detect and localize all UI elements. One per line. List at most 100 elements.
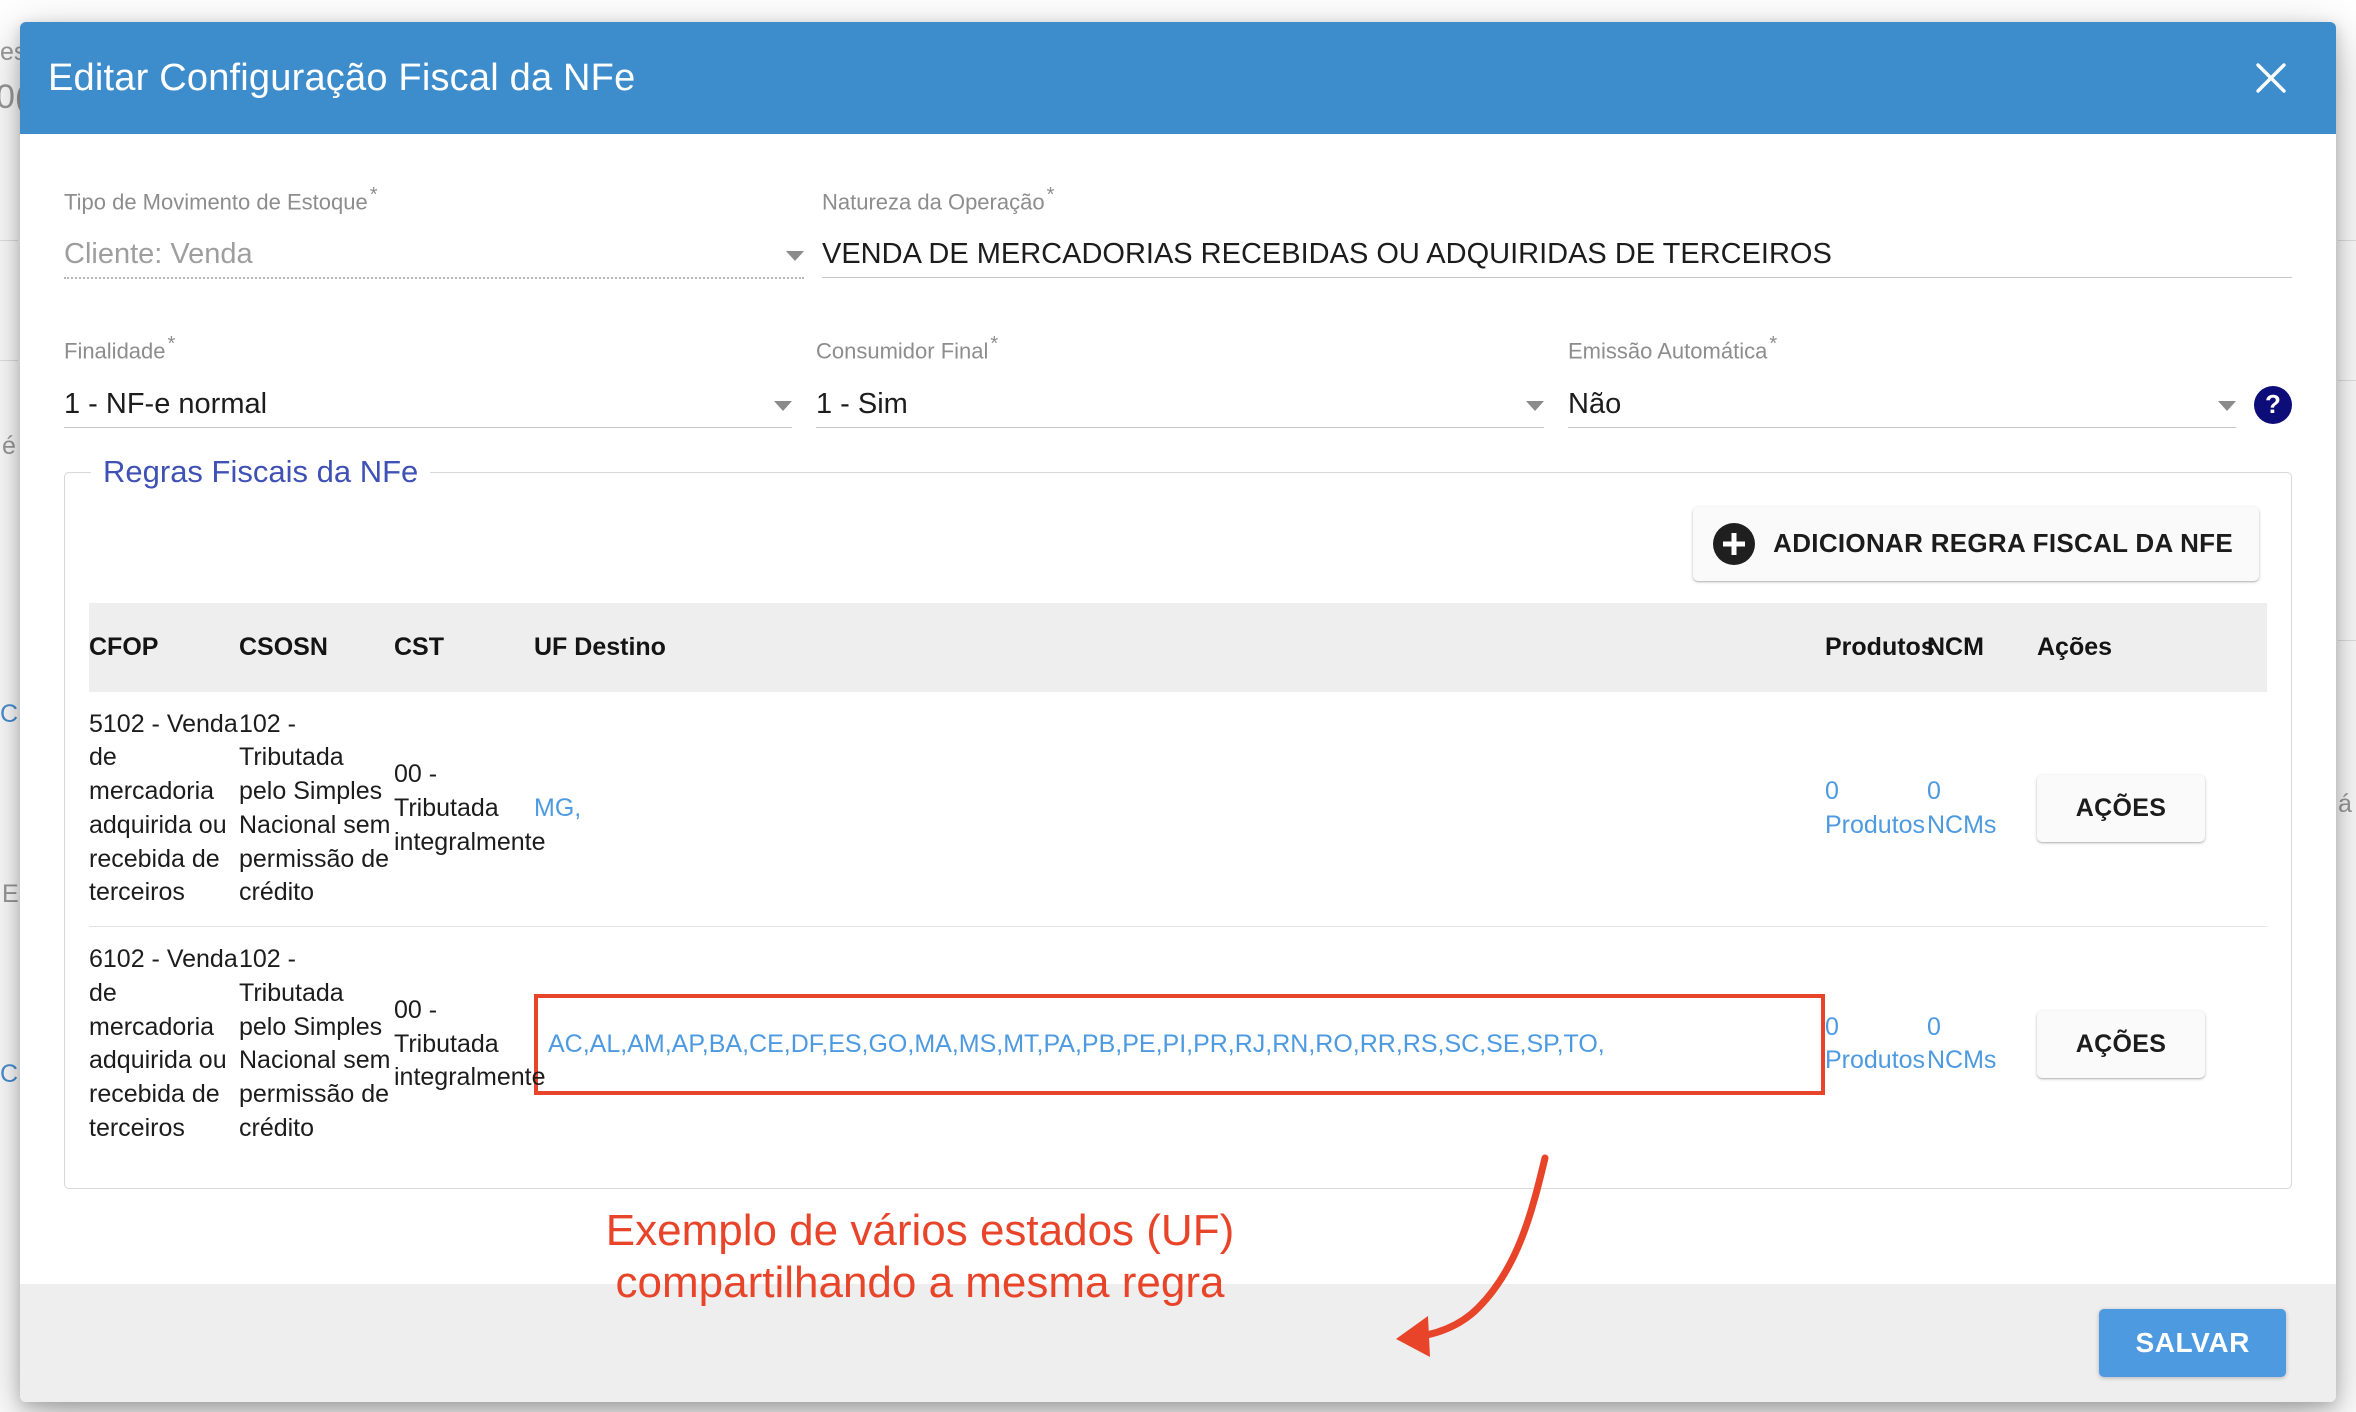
rules-section-title: Regras Fiscais da NFe	[91, 453, 431, 490]
row-actions-button[interactable]: AÇÕES	[2037, 1010, 2205, 1078]
bg-divider	[2338, 640, 2356, 641]
form-row-2: Finalidade * 1 - NF-e normal Consumidor F…	[64, 327, 2292, 428]
rules-panel: Regras Fiscais da NFe ADICIONAR REGRA FI…	[64, 453, 2292, 1189]
produtos-link[interactable]: 0 Produtos	[1825, 1011, 1927, 1079]
ncm-label: NCMs	[1927, 1046, 1997, 1075]
consumidor-final-select[interactable]: 1 - Sim	[816, 379, 1544, 425]
table-row: 5102 - Venda de mercadoria adquirida ou …	[89, 691, 2267, 928]
ncm-count: 0	[1927, 777, 1941, 806]
tipo-movimento-value: Cliente: Venda	[64, 238, 253, 271]
label-text: Emissão Automática	[1568, 338, 1768, 364]
emissao-automatica-value: Não	[1568, 387, 1622, 420]
required-marker: *	[369, 184, 378, 206]
column-header-produtos: Produtos	[1825, 632, 1935, 661]
tipo-movimento-select[interactable]: Cliente: Venda	[64, 229, 804, 275]
cell-cfop: 5102 - Venda de mercadoria adquirida ou …	[89, 691, 239, 928]
required-marker: *	[1769, 333, 1778, 356]
field-label-finalidade: Finalidade *	[64, 333, 792, 364]
label-text: Natureza da Operação	[822, 189, 1045, 215]
fiscal-rules-table: CFOP CSOSN CST UF Destino Produtos NCM A…	[89, 602, 2267, 1162]
cell-uf-destino: AC,AL,AM,AP,BA,CE,DF,ES,GO,MA,MS,MT,PA,P…	[534, 927, 1825, 1162]
chevron-down-icon	[786, 251, 804, 262]
field-underline	[64, 277, 804, 280]
chevron-down-icon	[2218, 400, 2236, 411]
page-title: Editar Configuração Fiscal da NFe	[48, 56, 636, 99]
bg-fragment: C	[0, 1060, 19, 1088]
save-button[interactable]: SALVAR	[2099, 1309, 2286, 1377]
produtos-label: Produtos	[1825, 1046, 1926, 1075]
column-header-acoes: Ações	[2037, 632, 2113, 661]
chevron-down-icon	[774, 400, 792, 411]
chevron-down-icon	[1526, 400, 1544, 411]
natureza-operacao-value: VENDA DE MERCADORIAS RECEBIDAS OU ADQUIR…	[822, 238, 1832, 271]
add-fiscal-rule-label: ADICIONAR REGRA FISCAL DA NFE	[1773, 528, 2233, 559]
natureza-operacao-input[interactable]: VENDA DE MERCADORIAS RECEBIDAS OU ADQUIR…	[822, 229, 2292, 275]
bg-fragment: á	[2338, 790, 2352, 818]
cell-cst: 00 - Tributada integralmente	[394, 691, 545, 928]
required-marker: *	[1046, 184, 1055, 206]
field-consumidor-final: Consumidor Final * 1 - Sim	[816, 327, 1544, 428]
question-mark-icon[interactable]: ?	[2254, 385, 2292, 424]
row-actions-button[interactable]: AÇÕES	[2037, 775, 2205, 843]
bg-fragment: C	[0, 700, 19, 728]
field-underline	[1568, 426, 2236, 428]
produtos-count: 0	[1825, 777, 1839, 806]
column-header-cfop: CFOP	[89, 632, 159, 661]
table-header-row: CFOP CSOSN CST UF Destino Produtos NCM A…	[89, 602, 2267, 692]
column-header-uf-destino: UF Destino	[534, 632, 666, 661]
cell-csosn: 102 - Tributada pelo Simples Nacional se…	[239, 945, 391, 1142]
field-underline	[822, 277, 2292, 279]
field-label-consumidor-final: Consumidor Final *	[816, 333, 1544, 364]
add-fiscal-rule-button[interactable]: ADICIONAR REGRA FISCAL DA NFE	[1693, 506, 2259, 581]
field-underline	[816, 426, 1544, 428]
bg-divider	[2338, 380, 2356, 381]
ncm-label: NCMs	[1927, 810, 1997, 839]
modal-footer: SALVAR	[20, 1284, 2336, 1402]
bg-divider	[0, 360, 18, 361]
ncm-link[interactable]: 0 NCMs	[1927, 1011, 2037, 1079]
modal-header: Editar Configuração Fiscal da NFe	[20, 22, 2336, 134]
column-header-ncm: NCM	[1927, 632, 1984, 661]
cell-csosn: 102 - Tributada pelo Simples Nacional se…	[239, 691, 394, 928]
field-underline	[64, 426, 792, 428]
plus-icon	[1713, 522, 1756, 565]
cell-ncm: 0 NCMs	[1927, 691, 2037, 928]
finalidade-value: 1 - NF-e normal	[64, 387, 268, 420]
emissao-select-wrap: Não	[1568, 379, 2236, 428]
table-body: 5102 - Venda de mercadoria adquirida ou …	[89, 691, 2267, 1162]
add-rule-row: ADICIONAR REGRA FISCAL DA NFE	[89, 506, 2267, 581]
finalidade-select[interactable]: 1 - NF-e normal	[64, 379, 792, 425]
column-header-cst: CST	[394, 632, 444, 661]
column-header-csosn: CSOSN	[239, 632, 328, 661]
emissao-row: Não ?	[1568, 379, 2292, 428]
emissao-automatica-select[interactable]: Não	[1568, 379, 2236, 425]
produtos-label: Produtos	[1825, 810, 1926, 839]
close-icon[interactable]	[2242, 49, 2300, 107]
bg-divider	[0, 240, 18, 241]
edit-fiscal-config-modal: Editar Configuração Fiscal da NFe Tipo d…	[20, 22, 2336, 1402]
form-row-1: Tipo de Movimento de Estoque * Cliente: V…	[64, 178, 2292, 280]
required-marker: *	[990, 333, 999, 356]
produtos-count: 0	[1825, 1012, 1839, 1041]
bg-fragment: é	[2, 432, 16, 460]
ncm-link[interactable]: 0 NCMs	[1927, 775, 2037, 843]
label-text: Tipo de Movimento de Estoque	[64, 189, 368, 215]
uf-destino-link-highlighted[interactable]: AC,AL,AM,AP,BA,CE,DF,ES,GO,MA,MS,MT,PA,P…	[534, 993, 1825, 1096]
table-row: 6102 - Venda de mercadoria adquirida ou …	[89, 927, 2267, 1162]
field-label-emissao-automatica: Emissão Automática *	[1568, 333, 2292, 364]
field-finalidade: Finalidade * 1 - NF-e normal	[64, 327, 792, 428]
table-header: CFOP CSOSN CST UF Destino Produtos NCM A…	[89, 602, 2267, 692]
uf-destino-link[interactable]: MG,	[534, 794, 581, 822]
field-label-natureza-operacao: Natureza da Operação *	[822, 184, 2292, 215]
bg-fragment: E	[2, 880, 19, 908]
cell-ncm: 0 NCMs	[1927, 927, 2037, 1162]
field-natureza-operacao: Natureza da Operação * VENDA DE MERCADORI…	[822, 178, 2292, 279]
cell-uf-destino: MG,	[534, 691, 1825, 928]
ncm-count: 0	[1927, 1012, 1941, 1041]
produtos-link[interactable]: 0 Produtos	[1825, 775, 1927, 843]
bg-divider	[2338, 240, 2356, 241]
label-text: Consumidor Final	[816, 338, 989, 364]
